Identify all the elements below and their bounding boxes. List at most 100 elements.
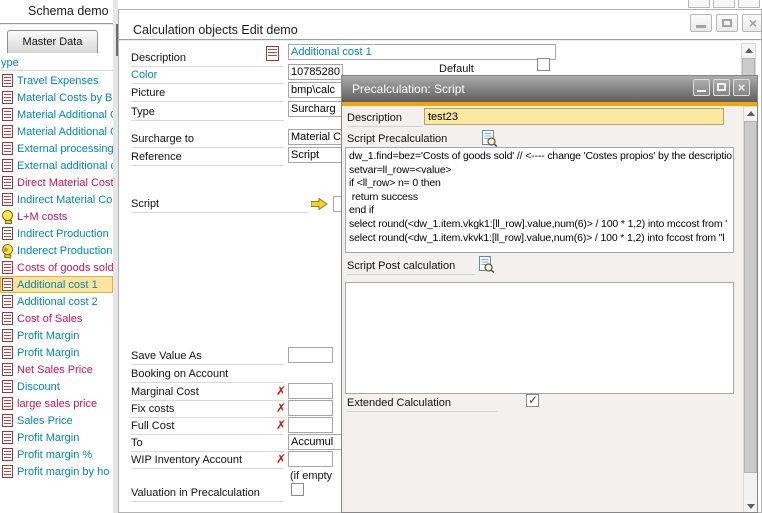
modal-scrollbar[interactable] (743, 106, 758, 513)
list-item[interactable]: Net Sales Price (0, 361, 113, 378)
script-editor-icon[interactable] (478, 256, 495, 273)
list-item[interactable]: Profit Margin (0, 429, 113, 446)
list-item-label: Additional cost 2 (17, 296, 98, 308)
doc-icon (2, 278, 13, 291)
script-editor-icon[interactable] (481, 130, 498, 147)
list-item-label: Profit Margin (17, 432, 79, 444)
modal-maximize-button[interactable] (713, 79, 730, 96)
valuation-checkbox[interactable] (291, 483, 304, 496)
scroll-up-arrow[interactable] (744, 107, 757, 120)
list-item[interactable]: Material Additional C (0, 123, 113, 140)
save-value-as-input[interactable] (288, 347, 333, 363)
full-cost-input[interactable] (288, 417, 333, 433)
outer-minimize-button[interactable] (688, 0, 710, 8)
doc-icon (2, 142, 13, 155)
modal-description-input[interactable] (424, 108, 724, 125)
list-item-label: Inderect Production (17, 245, 112, 257)
list-item[interactable]: Cost of Sales (0, 310, 113, 327)
outer-close-button[interactable] (738, 0, 760, 8)
fix-costs-input[interactable] (288, 400, 333, 416)
wip-inventory-account-input[interactable] (288, 451, 333, 467)
list-item[interactable]: Material Costs by Bi (0, 89, 113, 106)
modal-close-button[interactable]: × (733, 79, 750, 96)
minimize-button[interactable] (690, 14, 712, 32)
list-item-label: L+M costs (17, 211, 67, 223)
description-input[interactable] (288, 44, 556, 60)
list-item[interactable]: Profit margin by ho (0, 463, 113, 480)
list-item-label: External processing (17, 143, 113, 155)
list-item-label: Cost of Sales (17, 313, 82, 325)
doc-icon (2, 125, 13, 138)
scroll-up-arrow[interactable] (742, 44, 755, 57)
doc-icon (2, 261, 13, 274)
close-icon: × (743, 15, 762, 31)
marginal-cost-label: Marginal Cost (131, 386, 284, 401)
divider (119, 39, 762, 41)
list-item-label: large sales price (17, 398, 97, 410)
reference-label: Reference (131, 151, 284, 166)
required-x-icon: ✗ (276, 402, 286, 414)
list-item[interactable]: External additional c (0, 157, 113, 174)
script-precalculation-textarea[interactable]: dw_1.find=bez='Costs of goods sold' // <… (345, 147, 734, 253)
extended-calculation-checkbox[interactable] (526, 394, 539, 407)
list-item[interactable]: Indirect Material Co (0, 191, 113, 208)
scroll-thumb[interactable] (744, 121, 757, 473)
modal-minimize-button[interactable] (693, 79, 710, 96)
list-item[interactable]: Profit Margin (0, 344, 113, 361)
script-precalculation-label: Script Precalculation (347, 133, 475, 148)
color-input[interactable] (288, 64, 343, 80)
script-post-calculation-label: Script Post calculation (347, 260, 475, 275)
list-item-label: Travel Expenses (17, 75, 99, 87)
list-item[interactable]: External processing (0, 140, 113, 157)
list-item[interactable]: Profit Margin (0, 327, 113, 344)
list-item-label: Costs of goods sold (17, 262, 113, 274)
doc-icon (2, 346, 13, 359)
doc-icon (2, 91, 13, 104)
list-item[interactable]: Inderect Production (0, 242, 113, 259)
scroll-down-arrow[interactable] (744, 500, 757, 513)
list-item-label: External additional c (17, 160, 113, 172)
extended-calculation-label: Extended Calculation (347, 397, 497, 412)
script-line: select round(<dw_1.item.vkgk1:[ll_row].v… (349, 218, 730, 232)
doc-icon (2, 363, 13, 376)
list-item[interactable]: Direct Material Costs (0, 174, 113, 191)
surcharge-to-label: Surcharge to (131, 133, 284, 148)
list-item[interactable]: Sales Price (0, 412, 113, 429)
list-item[interactable]: Indirect Production (0, 225, 113, 242)
doc-icon (2, 176, 13, 189)
outer-maximize-button[interactable] (713, 0, 735, 8)
close-button[interactable]: × (742, 14, 762, 32)
list-item[interactable]: Profit margin % (0, 446, 113, 463)
type-column-header: ype (1, 57, 19, 69)
to-label: To (131, 437, 284, 452)
marginal-cost-input[interactable] (288, 383, 333, 399)
list-item[interactable]: Additional cost 1 (0, 276, 113, 293)
accent-bar (342, 102, 757, 106)
list-item-label: Material Additional C (17, 126, 113, 138)
required-x-icon: ✗ (276, 385, 286, 397)
list-item[interactable]: Material Additional C (0, 106, 113, 123)
valuation-label: Valuation in Precalculation (131, 487, 284, 502)
default-checkbox[interactable] (537, 58, 550, 71)
list-item-label: Indirect Material Co (17, 194, 112, 206)
scroll-thumb[interactable] (742, 58, 755, 76)
bulb-arrow-icon (1, 243, 14, 257)
script-post-calculation-textarea[interactable] (345, 282, 734, 394)
script-line: dw_1.find=bez='Costs of goods sold' // <… (349, 150, 730, 164)
list-item-label: Net Sales Price (17, 364, 93, 376)
list-item[interactable]: Additional cost 2 (0, 293, 113, 310)
required-x-icon: ✗ (276, 419, 286, 431)
booking-on-account-label: Booking on Account (131, 368, 284, 383)
color-label: Color (131, 69, 284, 84)
schema-item-list: Travel Expenses Material Costs by Bi Mat… (0, 72, 113, 480)
list-item[interactable]: Discount (0, 378, 113, 395)
list-item[interactable]: Costs of goods sold (0, 259, 113, 276)
tab-master-data[interactable]: Master Data (7, 30, 98, 53)
script-line: return success (349, 191, 730, 205)
list-item[interactable]: L+M costs (0, 208, 113, 225)
list-item[interactable]: large sales price (0, 395, 113, 412)
maximize-button[interactable] (716, 14, 738, 32)
script-line: setvar=ll_row=<value> (349, 164, 730, 178)
list-item[interactable]: Travel Expenses (0, 72, 113, 89)
modal-description-label: Description (347, 112, 423, 127)
